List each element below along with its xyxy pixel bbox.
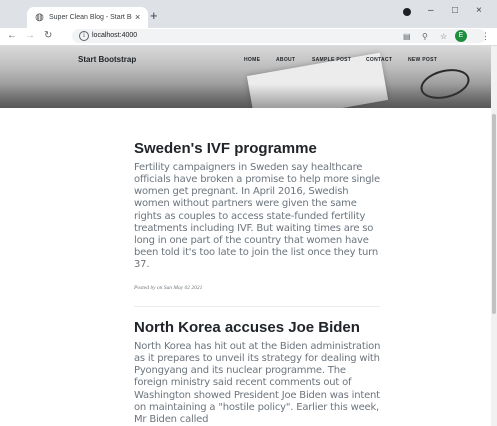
nav-contact[interactable]: CONTACT [366, 56, 392, 64]
post-excerpt: North Korea has hit out at the Biden adm… [134, 341, 381, 425]
post-divider [134, 306, 380, 307]
translate-icon[interactable]: ▤ [403, 31, 411, 43]
close-window-button[interactable]: × [476, 4, 482, 18]
nav-about[interactable]: ABOUT [276, 56, 295, 64]
nav-sample-post[interactable]: SAMPLE POST [312, 56, 351, 64]
browser-tab[interactable]: ◍ Super Clean Blog - Start Bootst × [27, 7, 148, 28]
masthead-image: Start Bootstrap HOME ABOUT SAMPLE POST C… [0, 46, 491, 108]
nav-home[interactable]: HOME [244, 56, 260, 64]
forward-arrow-icon[interactable]: → [25, 29, 35, 43]
minimize-button[interactable]: – [428, 4, 434, 18]
nav-new-post[interactable]: NEW POST [408, 56, 437, 64]
page-scrollbar[interactable] [491, 46, 497, 426]
page-viewport: Start Bootstrap HOME ABOUT SAMPLE POST C… [0, 46, 491, 426]
new-tab-button[interactable]: + [150, 9, 158, 23]
post-excerpt: Fertility campaigners in Sweden say heal… [134, 162, 380, 271]
incognito-indicator-icon [403, 8, 411, 16]
tab-strip: ◍ Super Clean Blog - Start Bootst × + – … [0, 0, 497, 28]
back-arrow-icon[interactable]: ← [7, 29, 17, 43]
browser-window: ◍ Super Clean Blog - Start Bootst × + – … [0, 0, 497, 426]
maximize-button[interactable]: □ [452, 4, 458, 18]
site-brand[interactable]: Start Bootstrap [78, 55, 136, 65]
address-bar[interactable]: i localhost:4000 ▤ ⚲ ☆ ✱ [72, 29, 486, 43]
url-text: localhost:4000 [92, 32, 138, 39]
post-title[interactable]: Sweden's IVF programme [134, 140, 317, 158]
tab-close-icon[interactable]: × [135, 12, 140, 23]
browser-toolbar: ← → ↻ i localhost:4000 ▤ ⚲ ☆ ✱ [0, 28, 497, 46]
scrollbar-thumb[interactable] [492, 114, 496, 314]
favicon-icon: ◍ [35, 12, 44, 23]
post-meta: Posted by on Sun May 02 2021 [134, 285, 203, 291]
zoom-icon[interactable]: ⚲ [422, 31, 428, 43]
tab-title: Super Clean Blog - Start Bootst [49, 14, 132, 21]
masthead-shade [0, 84, 491, 108]
site-info-icon[interactable]: i [79, 31, 89, 41]
browser-menu-icon[interactable]: ⋮ [481, 30, 490, 42]
post-title[interactable]: North Korea accuses Joe Biden [134, 319, 360, 337]
profile-avatar[interactable]: E [455, 30, 467, 42]
reload-icon[interactable]: ↻ [44, 29, 52, 43]
bookmark-star-icon[interactable]: ☆ [440, 31, 447, 43]
